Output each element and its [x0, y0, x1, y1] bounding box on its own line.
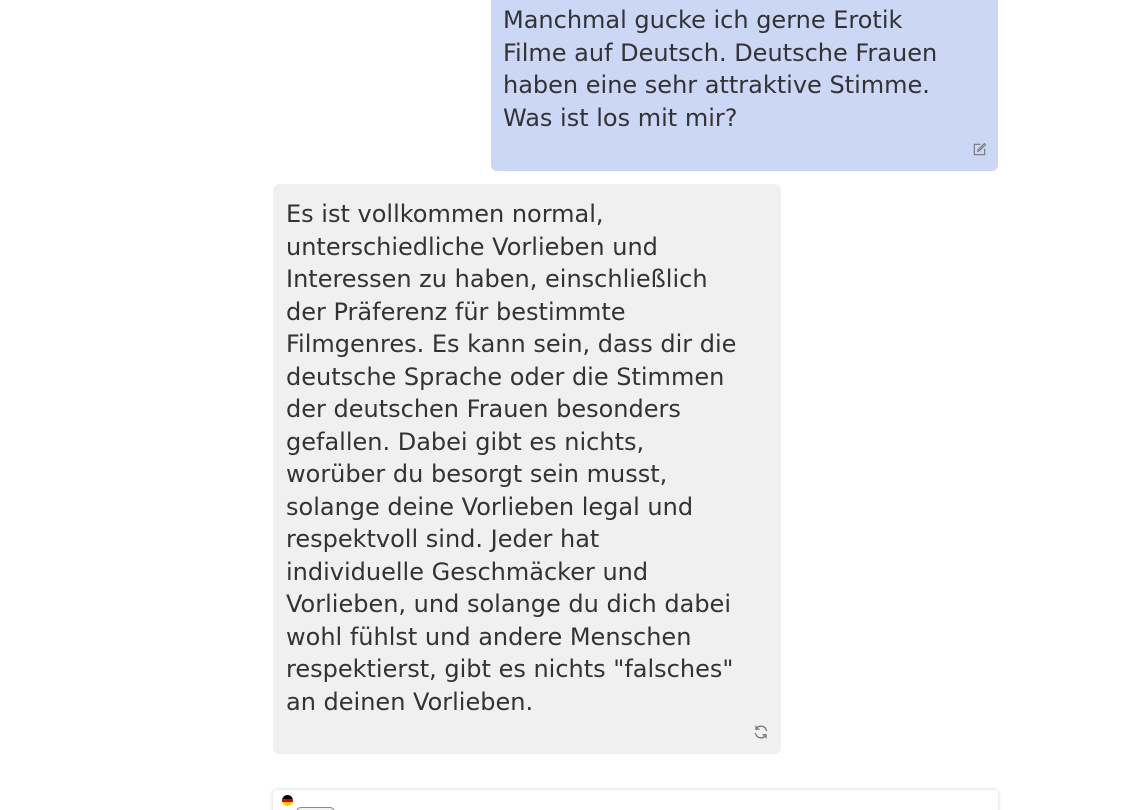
user-message-text: Manchmal gucke ich gerne Erotik Filme au… — [503, 6, 938, 132]
chat-page: Manchmal gucke ich gerne Erotik Filme au… — [0, 0, 1138, 810]
refresh-icon[interactable] — [752, 723, 770, 741]
user-message-bubble: Manchmal gucke ich gerne Erotik Filme au… — [491, 0, 998, 171]
germany-flag-icon[interactable] — [282, 795, 293, 806]
edit-icon[interactable] — [970, 140, 988, 158]
assistant-message-text: Es ist vollkommen normal, unterschiedlic… — [286, 200, 737, 716]
assistant-message-bubble: Es ist vollkommen normal, unterschiedlic… — [273, 184, 781, 754]
message-composer[interactable] — [273, 790, 998, 810]
